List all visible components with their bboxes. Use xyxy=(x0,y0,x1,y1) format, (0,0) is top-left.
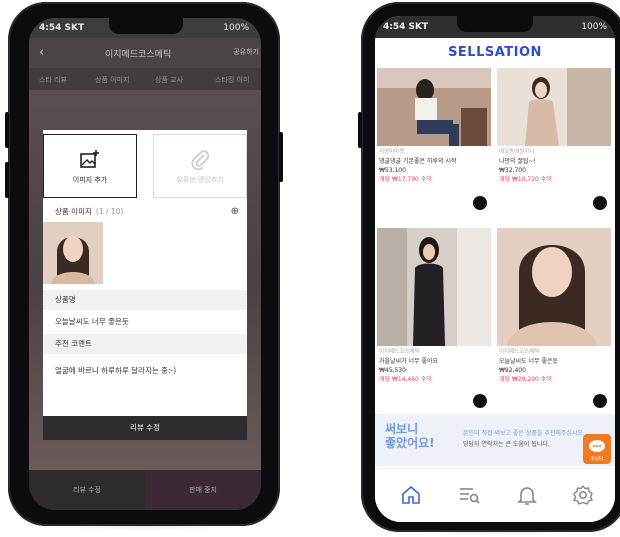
card-price: ₩45,530 xyxy=(379,367,406,374)
share-icon[interactable] xyxy=(473,394,487,408)
bottom-action-bar: 리뷰 수정 판매 중지 xyxy=(29,470,261,510)
add-image-tile[interactable]: 이미지 추가 xyxy=(43,134,137,198)
product-card[interactable]: 이지메드코스메틱 오늘날씨도 너무 좋은듯 ₩92,400 개당 ₩29,290… xyxy=(497,228,611,408)
review-submit-button[interactable]: 리뷰 수정 xyxy=(43,416,247,440)
tab-product-info[interactable]: 상품 교사 xyxy=(155,75,183,85)
card-price: ₩53,100 xyxy=(379,167,406,174)
volume-button xyxy=(358,112,362,148)
left-phone: 4:54 SKT 100% ‹ 이지메드코스메틱 공유하기 스타 리뷰 상품 이… xyxy=(5,2,283,526)
mockup-stage: 4:54 SKT 100% ‹ 이지메드코스메틱 공유하기 스타 리뷰 상품 이… xyxy=(0,0,620,537)
stop-selling-button[interactable]: 판매 중지 xyxy=(145,470,261,510)
card-name: 댕글댕글 기본좋은 하루의 시작 xyxy=(379,158,457,165)
card-shop: 이지메드코스메틱 xyxy=(499,349,540,355)
banner-line2: 당담자 연락처는 큰 도움이 됩니다. xyxy=(463,441,550,448)
card-earning: 개당 ₩14,460 수익 xyxy=(379,376,432,383)
comment-header: 추천 코멘트 xyxy=(43,334,247,354)
image-count: (1 / 10) xyxy=(95,207,124,216)
card-price: ₩32,700 xyxy=(499,167,526,174)
brand-logo: SELLSATION xyxy=(448,45,542,60)
add-video-label: 유튜브 영상추가 xyxy=(176,176,224,184)
volume-button xyxy=(5,112,9,148)
banner-title-line1: 써보니 xyxy=(385,422,419,436)
share-icon[interactable] xyxy=(593,196,607,210)
right-phone: 4:54 SKT 100% SELLSATION 지영미마켓 댕글댕글 기본좋은… xyxy=(358,2,620,532)
home-icon[interactable] xyxy=(399,483,423,507)
card-earning: 개당 ₩10,720 수익 xyxy=(499,176,552,183)
tab-product-image[interactable]: 상품 이미지 xyxy=(95,75,129,85)
camera-notch xyxy=(109,18,183,34)
product-card[interactable]: 이지메드코스메틱 가을날씨가 너무 좋아요 ₩45,530 개당 ₩14,460… xyxy=(377,228,491,408)
card-name: 가을날씨가 너무 좋아요 xyxy=(379,358,439,365)
image-section-header: 상품 이미지 (1 / 10) ⊕ xyxy=(43,202,247,222)
review-edit-button[interactable]: 리뷰 수정 xyxy=(29,470,145,510)
power-button xyxy=(279,132,283,182)
paperclip-icon xyxy=(191,150,210,170)
product-card[interactable]: 에코동애원하니 나만의 꿀팁~! ₩32,700 개당 ₩10,720 수익 xyxy=(497,68,611,214)
product-image xyxy=(497,68,611,146)
back-arrow-icon[interactable]: ‹ xyxy=(39,45,44,60)
left-screen: 4:54 SKT 100% ‹ 이지메드코스메틱 공유하기 스타 리뷰 상품 이… xyxy=(29,18,261,510)
tab-stocking-image[interactable]: 스타킹 이미 xyxy=(215,75,249,85)
app-bar: ‹ 이지메드코스메틱 공유하기 xyxy=(29,38,261,68)
tab-star-review[interactable]: 스타 리뷰 xyxy=(39,75,67,85)
share-icon[interactable] xyxy=(593,394,607,408)
card-earning: 개당 ₩29,290 수익 xyxy=(499,376,552,383)
card-shop: 이지메드코스메틱 xyxy=(379,349,420,355)
add-circle-icon[interactable]: ⊕ xyxy=(231,202,239,222)
banner-title-line2: 좋았어요! xyxy=(385,436,435,450)
chat-label: 톡상담 xyxy=(591,455,603,462)
add-image-label: 이미지 추가 xyxy=(72,176,108,184)
product-name-input[interactable]: 오늘날씨도 너무 좋은듯 xyxy=(43,312,247,332)
right-screen: 4:54 SKT 100% SELLSATION 지영미마켓 댕글댕글 기본좋은… xyxy=(375,16,615,522)
volume-button xyxy=(5,162,9,198)
product-card[interactable]: 지영미마켓 댕글댕글 기본좋은 하루의 시작 ₩53,100 개당 ₩17,79… xyxy=(377,68,491,214)
product-image xyxy=(377,68,491,146)
card-name: 나만의 꿀팁~! xyxy=(499,158,536,165)
add-video-tile[interactable]: 유튜브 영상추가 xyxy=(153,134,247,198)
add-image-icon xyxy=(80,150,99,168)
shop-title: 이지메드코스메틱 xyxy=(105,50,172,60)
product-name-header: 상품명 xyxy=(43,290,247,310)
tab-bar: 스타 리뷰 상품 이미지 상품 교사 스타킹 이미 xyxy=(29,68,261,90)
bottom-tab-bar xyxy=(375,468,615,522)
gear-icon[interactable] xyxy=(571,483,595,507)
product-image-thumbnail[interactable] xyxy=(43,222,103,284)
promo-banner[interactable]: 써보니 좋았어요! 본인이 직접 써보고 좋은 상품을 추천해주십시오. 당담자… xyxy=(375,414,615,466)
chat-button[interactable]: 톡상담 xyxy=(583,434,611,464)
bell-icon[interactable] xyxy=(515,483,539,507)
image-section-label: 상품 이미지 xyxy=(55,207,92,216)
card-shop: 지영미마켓 xyxy=(379,149,405,155)
camera-notch xyxy=(457,16,533,32)
list-search-icon[interactable] xyxy=(457,483,481,507)
status-time: 4:54 SKT xyxy=(39,23,85,33)
status-battery: 100% xyxy=(581,22,607,32)
banner-line1: 본인이 직접 써보고 좋은 상품을 추천해주십시오. xyxy=(463,430,585,437)
comment-input[interactable]: 얼굴에 바르니 하루하루 달라지는 중:-) xyxy=(43,358,247,384)
card-earning: 개당 ₩17,790 수익 xyxy=(379,176,432,183)
status-battery: 100% xyxy=(223,23,249,33)
share-button[interactable]: 공유하기 xyxy=(233,47,259,57)
share-icon[interactable] xyxy=(473,196,487,210)
review-edit-modal: 이미지 추가 유튜브 영상추가 상품 이미지 (1 / 10) ⊕ 상품명 오늘… xyxy=(43,130,247,436)
status-time: 4:54 SKT xyxy=(383,22,429,32)
card-name: 오늘날씨도 너무 좋은듯 xyxy=(499,358,559,365)
portrait-image xyxy=(43,222,103,284)
card-price: ₩92,400 xyxy=(499,367,526,374)
product-image xyxy=(497,228,611,346)
product-image xyxy=(377,228,491,346)
card-shop: 에코동애원하니 xyxy=(499,149,535,155)
chat-bubble-icon: 톡상담 xyxy=(589,440,605,462)
